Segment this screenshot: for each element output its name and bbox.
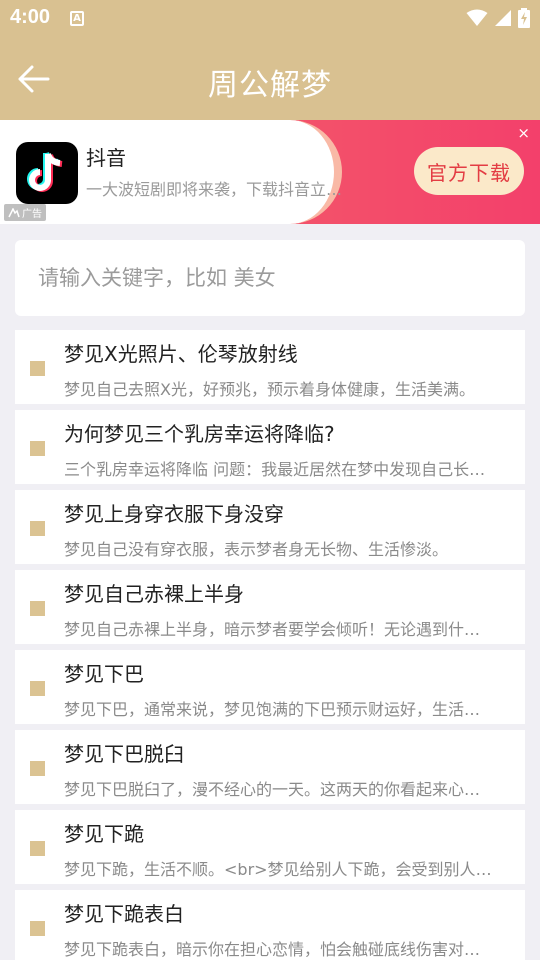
list-bullet bbox=[30, 921, 45, 936]
list-item[interactable]: 梦见上身穿衣服下身没穿 梦见自己没有穿衣服，表示梦者身无长物、生活惨淡。 bbox=[15, 490, 525, 564]
status-icons bbox=[466, 8, 530, 28]
app-bar: 周公解梦 bbox=[0, 38, 540, 120]
list-bullet bbox=[30, 521, 45, 536]
list-item[interactable]: 梦见X光照片、伦琴放射线 梦见自己去照X光，好预兆，预示着身体健康，生活美满。 bbox=[15, 330, 525, 404]
page-title: 周公解梦 bbox=[208, 68, 332, 103]
list-item-description: 三个乳房幸运将降临 问题：我最近居然在梦中发现自己长了三个乳房。 bbox=[64, 460, 494, 479]
wifi-icon bbox=[466, 9, 488, 26]
list-bullet bbox=[30, 761, 45, 776]
ad-description: 一大波短剧即将来袭，下载抖音立即观看 bbox=[86, 180, 346, 199]
ad-mark-icon bbox=[8, 207, 20, 217]
status-bar: 4:00 A bbox=[0, 0, 540, 38]
ad-tag-label: 广告 bbox=[22, 209, 42, 220]
list-item-description: 梦见下跪，生活不顺。<br>梦见给别人下跪，会受到别人的帮助。 bbox=[64, 860, 494, 879]
list-item[interactable]: 梦见下跪 梦见下跪，生活不顺。<br>梦见给别人下跪，会受到别人的帮助。 bbox=[15, 810, 525, 884]
list-bullet bbox=[30, 361, 45, 376]
list-item-description: 梦见自己没有穿衣服，表示梦者身无长物、生活惨淡。 bbox=[64, 540, 449, 559]
list-item-description: 梦见下巴，通常来说，梦见饱满的下巴预示财运好，生活富足。 bbox=[64, 700, 494, 719]
list-item-title: 梦见上身穿衣服下身没穿 bbox=[64, 502, 284, 526]
list-item-title: 梦见下巴脱臼 bbox=[64, 742, 184, 766]
cell-signal-icon bbox=[495, 10, 511, 26]
notification-a-icon: A bbox=[70, 11, 84, 26]
list-item-description: 梦见下跪表白，暗示你在担心恋情，怕会触碰底线伤害对方。 bbox=[64, 940, 494, 959]
list-item-title: 梦见自己赤裸上半身 bbox=[64, 582, 244, 606]
list-item[interactable]: 梦见下巴 梦见下巴，通常来说，梦见饱满的下巴预示财运好，生活富足。 bbox=[15, 650, 525, 724]
list-bullet bbox=[30, 841, 45, 856]
ad-tag: 广告 bbox=[4, 204, 46, 221]
ad-close-icon[interactable]: × bbox=[517, 126, 530, 141]
list-item[interactable]: 为何梦见三个乳房幸运将降临? 三个乳房幸运将降临 问题：我最近居然在梦中发现自己… bbox=[15, 410, 525, 484]
status-time: 4:00 bbox=[10, 6, 51, 28]
ad-banner[interactable]: 抖音 一大波短剧即将来袭，下载抖音立即观看 广告 官方下载 × bbox=[0, 120, 540, 224]
list-item-title: 为何梦见三个乳房幸运将降临? bbox=[64, 422, 335, 446]
list-bullet bbox=[30, 601, 45, 616]
list-item[interactable]: 梦见下跪表白 梦见下跪表白，暗示你在担心恋情，怕会触碰底线伤害对方。 bbox=[15, 890, 525, 960]
list-bullet bbox=[30, 681, 45, 696]
list-bullet bbox=[30, 441, 45, 456]
battery-charging-icon bbox=[518, 8, 530, 28]
list-item-description: 梦见自己赤裸上半身，暗示梦者要学会倾听！无论遇到什么事情。 bbox=[64, 620, 494, 639]
list-item-title: 梦见下巴 bbox=[64, 662, 144, 686]
list-item-title: 梦见X光照片、伦琴放射线 bbox=[64, 342, 298, 366]
list-item-description: 梦见自己去照X光，好预兆，预示着身体健康，生活美满。 bbox=[64, 380, 475, 399]
ad-title: 抖音 bbox=[86, 146, 126, 170]
search-box bbox=[15, 240, 525, 316]
ad-download-button[interactable]: 官方下载 bbox=[414, 147, 524, 195]
list-item-description: 梦见下巴脱臼了，漫不经心的一天。这两天的你看起来心不在焉。 bbox=[64, 780, 494, 799]
list-item-title: 梦见下跪表白 bbox=[64, 902, 184, 926]
search-input[interactable] bbox=[15, 240, 525, 316]
dream-list: 梦见X光照片、伦琴放射线 梦见自己去照X光，好预兆，预示着身体健康，生活美满。 … bbox=[15, 330, 525, 960]
list-item[interactable]: 梦见自己赤裸上半身 梦见自己赤裸上半身，暗示梦者要学会倾听！无论遇到什么事情。 bbox=[15, 570, 525, 644]
tiktok-logo-icon bbox=[16, 142, 78, 204]
list-item-title: 梦见下跪 bbox=[64, 822, 144, 846]
list-item[interactable]: 梦见下巴脱臼 梦见下巴脱臼了，漫不经心的一天。这两天的你看起来心不在焉。 bbox=[15, 730, 525, 804]
